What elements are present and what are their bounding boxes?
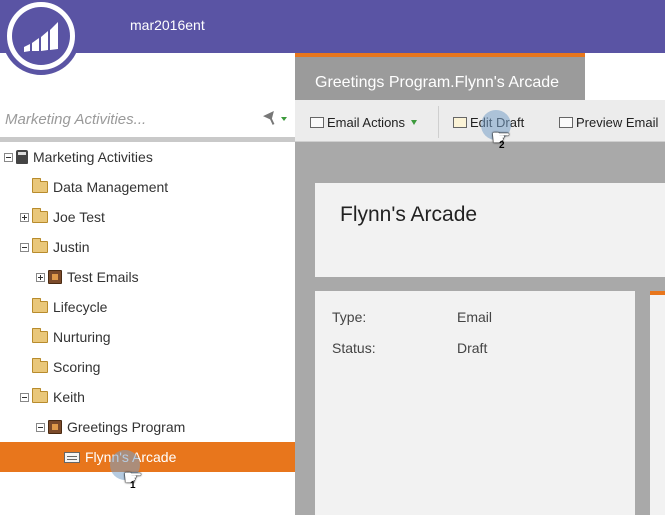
- tree-node-keith[interactable]: Keith: [20, 382, 85, 412]
- marketing-activities-icon: [16, 150, 28, 164]
- folder-icon: [32, 208, 48, 223]
- type-label: Type:: [332, 309, 367, 325]
- tree-node-scoring[interactable]: Scoring: [32, 352, 100, 382]
- folder-icon: [32, 238, 48, 253]
- folder-icon: [32, 358, 48, 373]
- collapse-icon[interactable]: [4, 152, 13, 162]
- step-number-1: 1: [130, 480, 136, 491]
- status-value: Draft: [457, 340, 488, 356]
- tree-node-joe-test[interactable]: Joe Test: [20, 202, 105, 232]
- filter-icon: [263, 111, 287, 125]
- folder-icon: [32, 178, 48, 193]
- marketing-activities-tree: Marketing Activities Data Management Joe…: [0, 142, 295, 515]
- collapse-icon[interactable]: [36, 422, 45, 432]
- toolbar-divider: [438, 106, 439, 138]
- email-actions-icon: [310, 116, 324, 128]
- search-input[interactable]: [5, 108, 250, 130]
- status-label: Status:: [332, 340, 376, 356]
- email-icon: [64, 451, 80, 463]
- type-value: Email: [457, 309, 493, 325]
- tree-node-test-emails[interactable]: Test Emails: [36, 262, 139, 292]
- asset-panel: Greetings Program.Flynn's Arcade Email A…: [295, 53, 665, 515]
- program-icon: [48, 270, 62, 284]
- tree-node-lifecycle[interactable]: Lifecycle: [32, 292, 107, 322]
- folder-icon: [32, 328, 48, 343]
- email-actions-button[interactable]: Email Actions: [310, 112, 418, 132]
- preview-email-button[interactable]: Preview Email: [559, 112, 658, 132]
- asset-info-card: Type: Email Status: Draft: [315, 291, 635, 515]
- edit-icon: [453, 116, 467, 128]
- expand-icon[interactable]: [20, 212, 29, 222]
- dropdown-caret-icon: [411, 119, 418, 125]
- folder-icon: [32, 388, 48, 403]
- tab-flynns-arcade[interactable]: Greetings Program.Flynn's Arcade: [295, 53, 585, 100]
- collapse-icon[interactable]: [20, 392, 29, 402]
- folder-icon: [32, 298, 48, 313]
- top-bar: mar2016ent: [0, 0, 665, 53]
- marketo-logo-icon[interactable]: [2, 0, 80, 75]
- tree-node-nurturing[interactable]: Nurturing: [32, 322, 111, 352]
- tab-strip: Greetings Program.Flynn's Arcade: [295, 53, 665, 100]
- workspace-name[interactable]: mar2016ent: [130, 17, 205, 33]
- tree-node-root[interactable]: Marketing Activities: [4, 142, 153, 172]
- tree-node-flynns-arcade[interactable]: Flynn's Arcade: [0, 442, 295, 472]
- tree-node-justin[interactable]: Justin: [20, 232, 90, 262]
- tree-node-data-management[interactable]: Data Management: [32, 172, 168, 202]
- tree-node-greetings-program[interactable]: Greetings Program: [36, 412, 185, 442]
- asset-name: Flynn's Arcade: [340, 203, 478, 226]
- asset-header-card: Flynn's Arcade: [315, 183, 665, 277]
- collapse-icon[interactable]: [20, 242, 29, 252]
- side-card: [650, 291, 665, 515]
- program-icon: [48, 420, 62, 434]
- toolbar: Email Actions Edit Draft Preview Email: [295, 100, 665, 142]
- tree-search: [0, 100, 295, 138]
- filter-button[interactable]: [262, 110, 290, 128]
- step-number-2: 2: [499, 140, 505, 151]
- expand-icon[interactable]: [36, 272, 45, 282]
- preview-icon: [559, 116, 573, 128]
